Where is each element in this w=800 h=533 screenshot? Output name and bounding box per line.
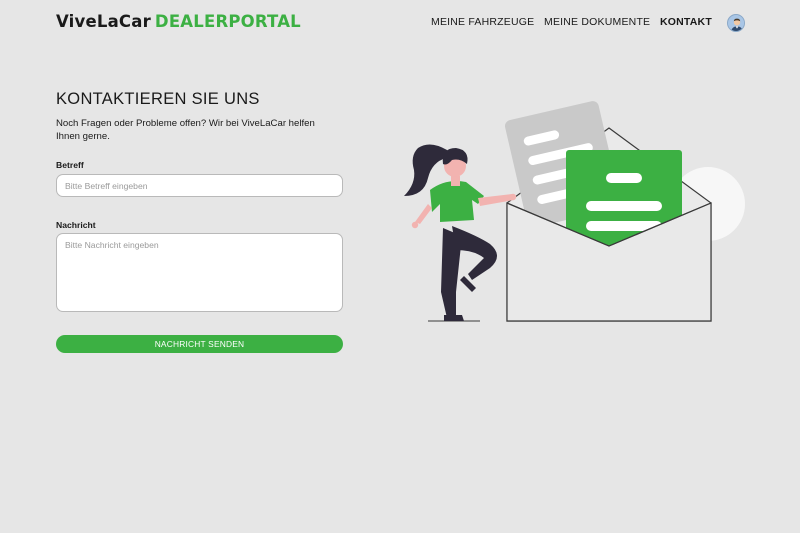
logo[interactable]: ViveLaCar DEALERPORTAL xyxy=(56,12,301,31)
user-avatar-icon[interactable] xyxy=(727,14,745,32)
betreff-input[interactable] xyxy=(56,174,343,197)
page-title: KONTAKTIEREN SIE UNS xyxy=(56,90,260,108)
woman-with-envelope-illustration xyxy=(396,94,748,331)
logo-portal: DEALERPORTAL xyxy=(154,12,301,31)
nav-kontakt[interactable]: KONTAKT xyxy=(660,16,712,28)
nav-meine-dokumente[interactable]: MEINE DOKUMENTE xyxy=(544,16,650,28)
contact-section: KONTAKTIEREN SIE UNS Noch Fragen oder Pr… xyxy=(56,90,344,353)
logo-brand: ViveLaCar xyxy=(56,12,151,31)
nachricht-textarea[interactable] xyxy=(56,233,343,312)
page-subtitle: Noch Fragen oder Probleme offen? Wir bei… xyxy=(56,118,315,142)
nav-meine-fahrzeuge[interactable]: MEINE FAHRZEUGE xyxy=(431,16,534,28)
nachricht-label: Nachricht xyxy=(56,220,96,230)
send-message-button[interactable]: NACHRICHT SENDEN xyxy=(56,335,343,353)
betreff-label: Betreff xyxy=(56,160,84,170)
